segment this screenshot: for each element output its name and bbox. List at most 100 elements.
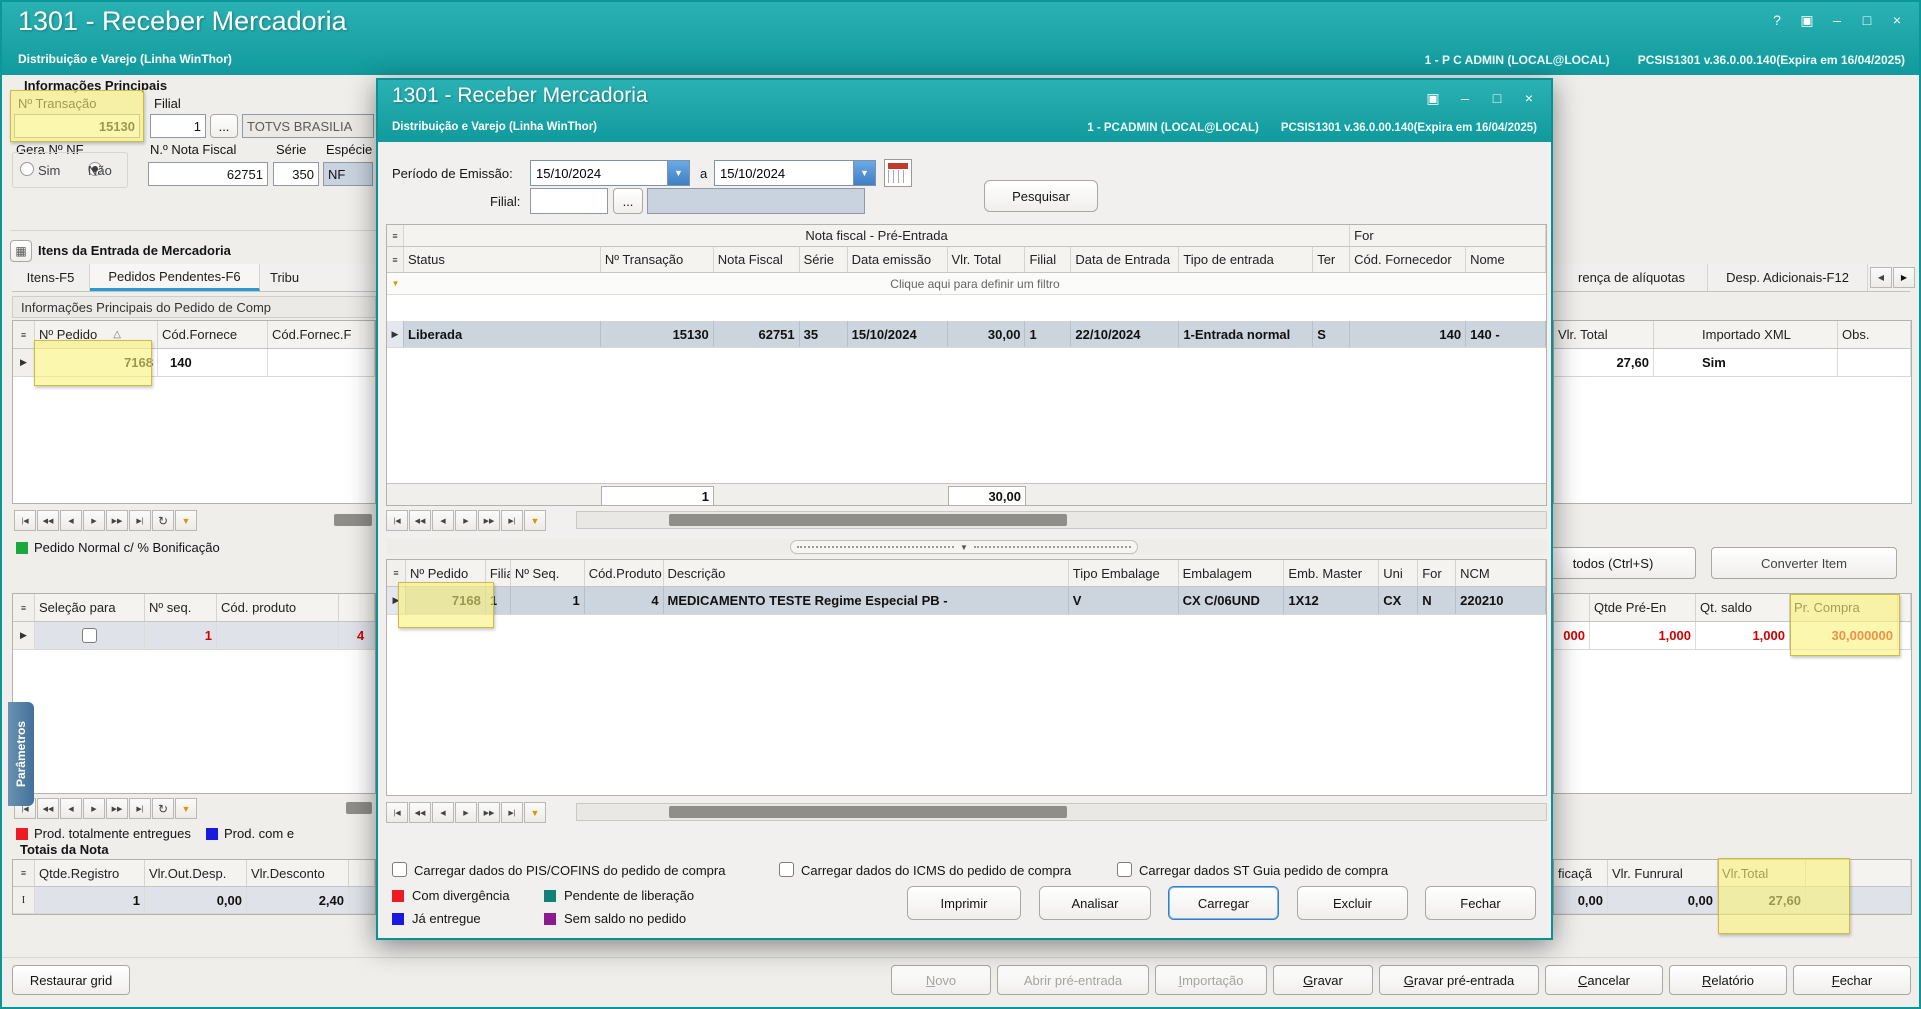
maximize-icon[interactable]: □ xyxy=(1487,88,1507,108)
splitter[interactable]: ▼ xyxy=(386,539,1547,555)
minimize-icon[interactable]: – xyxy=(1455,88,1475,108)
nav-prev-page-icon[interactable]: ◀◀ xyxy=(37,798,59,819)
col-header-vlr-desconto[interactable]: Vlr.Desconto xyxy=(247,860,349,886)
col-header-no-seq[interactable]: Nº Seq. xyxy=(511,560,585,586)
item-row-right[interactable]: 000 1,000 1,000 30,000000 xyxy=(1554,622,1911,650)
grid-itens-hscroll[interactable] xyxy=(346,802,372,814)
restaurar-grid-button[interactable]: Restaurar grid xyxy=(12,965,130,995)
grid-notas-hscroll-thumb[interactable] xyxy=(669,514,1067,526)
fechar-button[interactable]: Fechar xyxy=(1793,965,1911,995)
col-header-status[interactable]: Status xyxy=(404,247,601,272)
marcar-todos-button[interactable]: todos (Ctrl+S) xyxy=(1530,547,1696,579)
col-header-data-emissao[interactable]: Data emissão xyxy=(848,247,948,272)
maximize-icon[interactable]: □ xyxy=(1857,10,1877,30)
tab-itens-f5[interactable]: Itens-F5 xyxy=(12,264,90,291)
serie-input[interactable]: 350 xyxy=(273,162,319,186)
carregar-button[interactable]: Carregar xyxy=(1168,886,1279,920)
col-header-importado-xml[interactable]: Importado XML xyxy=(1654,321,1838,348)
st-guia-checkbox[interactable] xyxy=(1117,862,1132,877)
nav-first-icon[interactable]: |◀ xyxy=(386,802,408,823)
col-header-no-seq[interactable]: Nº seq. xyxy=(145,594,217,621)
col-header-vlr-total-nota[interactable]: Vlr.Total xyxy=(1718,860,1806,886)
grid-notas-hscroll-track[interactable] xyxy=(576,511,1547,529)
totais-row[interactable]: I 1 0,00 2,40 xyxy=(13,887,375,914)
col-header-cod-produto[interactable]: Cód.Produto xyxy=(585,560,664,586)
filter-funnel-icon[interactable]: ▼ xyxy=(524,510,546,531)
pedido-info-header[interactable]: Informações Principais do Pedido de Comp xyxy=(12,296,376,318)
filial-browse-button[interactable]: ... xyxy=(210,114,238,138)
col-header-filial[interactable]: Filia xyxy=(486,560,511,586)
selecao-checkbox[interactable] xyxy=(82,628,97,643)
col-header-filial[interactable]: Filial xyxy=(1025,247,1072,272)
excluir-button[interactable]: Excluir xyxy=(1297,886,1408,920)
nota-fiscal-input[interactable]: 62751 xyxy=(148,162,268,186)
col-header-ter[interactable]: Ter xyxy=(1313,247,1351,272)
nota-row[interactable]: ▶ Liberada 15130 62751 35 15/10/2024 30,… xyxy=(387,321,1546,348)
icms-checkbox[interactable] xyxy=(779,862,794,877)
grid-pedido-itens-hscroll-thumb[interactable] xyxy=(669,806,1067,818)
nav-prev-icon[interactable]: ◀ xyxy=(60,798,82,819)
panel-icon[interactable]: ▣ xyxy=(1797,10,1817,30)
nav-last-icon[interactable]: ▶| xyxy=(129,510,151,531)
col-header-no-pedido[interactable]: Nº Pedido xyxy=(406,560,486,586)
gravar-button[interactable]: Gravar xyxy=(1273,965,1373,995)
grid-pedidos-hscroll[interactable] xyxy=(334,514,372,526)
pedido-item-row[interactable]: ▶ 7168 1 1 4 MEDICAMENTO TESTE Regime Es… xyxy=(387,587,1546,615)
chevron-down-icon[interactable]: ▼ xyxy=(853,161,875,185)
col-header-vlr-funrural[interactable]: Vlr. Funrural xyxy=(1608,860,1718,886)
col-header-nota-fiscal[interactable]: Nota Fiscal xyxy=(714,247,800,272)
grid-pedido-itens-hscroll-track[interactable] xyxy=(576,803,1547,821)
nav-prev-page-icon[interactable]: ◀◀ xyxy=(409,802,431,823)
nav-next-page-icon[interactable]: ▶▶ xyxy=(478,802,500,823)
tab-desp-adicionais-f12[interactable]: Desp. Adicionais-F12 xyxy=(1708,264,1868,291)
close-icon[interactable]: × xyxy=(1519,88,1539,108)
splitter-handle[interactable]: ▼ xyxy=(790,540,1138,554)
tab-pedidos-pendentes-f6[interactable]: Pedidos Pendentes-F6 xyxy=(90,264,260,291)
modal-filial-input[interactable] xyxy=(530,188,608,214)
periodo-de-combo[interactable]: 15/10/2024 ▼ xyxy=(530,160,690,186)
analisar-button[interactable]: Analisar xyxy=(1039,886,1151,920)
col-header-no-transacao[interactable]: Nº Transação xyxy=(601,247,714,272)
nav-last-icon[interactable]: ▶| xyxy=(501,802,523,823)
col-header-ncm[interactable]: NCM xyxy=(1456,560,1546,586)
tab-scroll-right-icon[interactable]: ▶ xyxy=(1893,267,1915,288)
col-header-vlr-total[interactable]: Vlr. Total xyxy=(948,247,1026,272)
col-header-tipo-embalagem[interactable]: Tipo Embalage xyxy=(1069,560,1179,586)
nav-next-icon[interactable]: ▶ xyxy=(455,802,477,823)
filter-funnel-icon[interactable]: ▼ xyxy=(524,802,546,823)
nav-prev-page-icon[interactable]: ◀◀ xyxy=(37,510,59,531)
gravar-pre-entrada-button[interactable]: Gravar pré-entrada xyxy=(1379,965,1539,995)
nav-first-icon[interactable]: |◀ xyxy=(386,510,408,531)
modal-filial-browse-button[interactable]: ... xyxy=(613,188,643,214)
refresh-icon[interactable]: ↻ xyxy=(152,510,174,531)
nav-next-page-icon[interactable]: ▶▶ xyxy=(106,510,128,531)
filter-funnel-icon[interactable]: ▼ xyxy=(175,798,197,819)
nav-next-page-icon[interactable]: ▶▶ xyxy=(478,510,500,531)
grid-filter-row[interactable]: ▼ Clique aqui para definir um filtro xyxy=(387,273,1546,295)
close-icon[interactable]: × xyxy=(1887,10,1907,30)
radio-sim[interactable] xyxy=(20,162,34,176)
col-header-embalagem[interactable]: Embalagem xyxy=(1179,560,1285,586)
nav-last-icon[interactable]: ▶| xyxy=(501,510,523,531)
fechar-modal-button[interactable]: Fechar xyxy=(1425,886,1536,920)
nav-next-icon[interactable]: ▶ xyxy=(83,798,105,819)
nav-prev-icon[interactable]: ◀ xyxy=(432,510,454,531)
parametros-tab[interactable]: Parâmetros xyxy=(8,702,34,806)
grid-window-icon[interactable]: ▦ xyxy=(10,240,32,262)
totais-row-right[interactable]: 0,00 0,00 27,60 xyxy=(1554,887,1911,914)
col-header-pr-compra[interactable]: Pr. Compra xyxy=(1790,594,1898,621)
tab-tributacao[interactable]: Tribu xyxy=(260,264,386,291)
transacao-input[interactable]: 15130 xyxy=(14,114,140,138)
novo-button[interactable]: Novo xyxy=(891,965,991,995)
col-header-selecao[interactable]: Seleção para xyxy=(35,594,145,621)
col-header-cod-fornecedor[interactable]: Cód. Fornecedor xyxy=(1350,247,1467,272)
item-row[interactable]: ▶ 1 4 xyxy=(13,622,375,650)
nav-prev-page-icon[interactable]: ◀◀ xyxy=(409,510,431,531)
restore-icon[interactable]: ▣ xyxy=(1423,88,1443,108)
col-header-unidade[interactable]: Uni xyxy=(1379,560,1419,586)
refresh-icon[interactable]: ↻ xyxy=(152,798,174,819)
col-header-emb-master[interactable]: Emb. Master xyxy=(1284,560,1380,586)
nav-last-icon[interactable]: ▶| xyxy=(129,798,151,819)
nav-next-icon[interactable]: ▶ xyxy=(455,510,477,531)
col-header-obs[interactable]: Obs. xyxy=(1838,321,1911,348)
